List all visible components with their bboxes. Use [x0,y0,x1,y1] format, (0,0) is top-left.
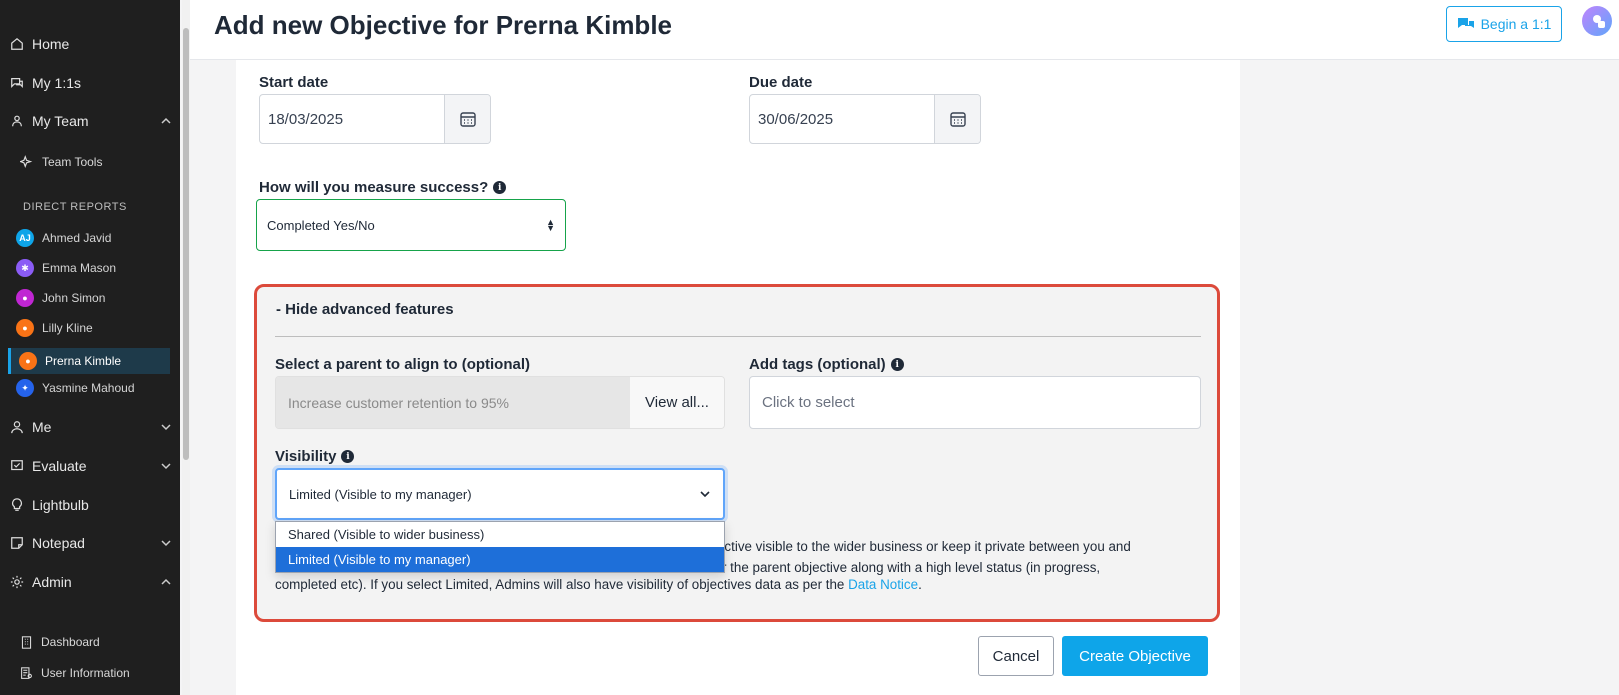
avatar: ● [16,319,34,337]
cancel-button[interactable]: Cancel [978,636,1054,676]
nav-me[interactable]: Me [10,419,172,435]
visibility-option-shared[interactable]: Shared (Visible to wider business) [276,522,724,547]
report-ahmed-javid[interactable]: AJ Ahmed Javid [16,229,111,247]
data-notice-link[interactable]: Data Notice [848,577,918,592]
calendar-button[interactable] [444,95,490,143]
nav-notepad[interactable]: Notepad [10,535,172,551]
home-icon [11,37,23,50]
avatar: AJ [16,229,34,247]
nav-my-team[interactable]: My Team [10,113,172,129]
chat-icon [11,78,23,88]
team-icon [12,115,22,127]
visibility-dropdown: Shared (Visible to wider business) Limit… [275,521,725,573]
page-header: Add new Objective for Prerna Kimble Begi… [190,0,1619,60]
person-icon [11,421,23,434]
nav-evaluate[interactable]: Evaluate [10,458,172,474]
nav-dashboard[interactable]: Dashboard [20,635,100,649]
gear-icon [10,575,24,589]
nav-team-tools[interactable]: Team Tools [20,155,102,169]
report-yasmine-mahoud[interactable]: ✦ Yasmine Mahoud [16,379,135,397]
parent-objective-field[interactable]: Increase customer retention to 95% View … [275,376,725,429]
parent-objective-input[interactable]: Increase customer retention to 95% [276,377,630,428]
chat-icon [1457,18,1474,28]
user-list-icon [21,666,32,679]
avatar: ✱ [16,259,34,277]
chevron-up-icon [161,117,171,124]
avatar: ● [19,352,37,370]
notepad-icon [11,537,23,549]
nav-lightbulb[interactable]: Lightbulb [10,497,172,513]
sparkle-icon [20,155,33,168]
calendar-button[interactable] [934,95,980,143]
chevron-down-icon [161,424,171,431]
tags-input[interactable]: Click to select [749,376,1201,429]
info-icon[interactable]: i [341,450,355,463]
calendar-icon [459,112,476,127]
due-date-label: Due date [749,74,813,91]
page-title: Add new Objective for Prerna Kimble [214,10,672,40]
nav-my-1-1s[interactable]: My 1:1s [10,75,172,91]
avatar: ✦ [16,379,34,397]
measure-success-select[interactable]: Completed Yes/No ▲ ▼ [256,199,566,251]
evaluate-icon [11,460,23,471]
visibility-notice-end: completed etc). If you select Limited, A… [275,577,922,592]
tags-label: Add tags (optional) i [749,356,904,373]
view-all-button[interactable]: View all... [630,377,724,428]
visibility-notice: jective visible to the wider business or… [714,539,1131,575]
user-avatar[interactable] [1582,6,1612,36]
nav-user-information[interactable]: User Information [20,666,130,680]
visibility-select[interactable]: Limited (Visible to my manager) [275,468,725,520]
begin-one-on-one-button[interactable]: Begin a 1:1 [1446,6,1562,42]
building-icon [21,635,32,649]
chevron-down-icon [161,463,171,470]
info-icon[interactable]: i [890,358,904,371]
user-avatar-icon [1593,15,1605,28]
nav-home[interactable]: Home [10,36,172,52]
report-lilly-kline[interactable]: ● Lilly Kline [16,319,93,337]
report-prerna-kimble[interactable]: ● Prerna Kimble [8,348,170,374]
chevron-up-icon [161,578,171,585]
due-date-value[interactable]: 30/06/2025 [750,95,934,143]
due-date-field[interactable]: 30/06/2025 [749,94,981,144]
report-john-simon[interactable]: ● John Simon [16,289,105,307]
parent-label: Select a parent to align to (optional) [275,356,531,373]
hide-advanced-toggle[interactable]: - Hide advanced features [276,301,454,318]
start-date-value[interactable]: 18/03/2025 [260,95,444,143]
measure-success-label: How will you measure success? i [259,179,507,196]
divider [275,336,1201,337]
nav-admin[interactable]: Admin [10,574,172,590]
sidebar: Home My 1:1s My Team Team Tools DIRECT R… [0,0,180,695]
report-emma-mason[interactable]: ✱ Emma Mason [16,259,116,277]
chevron-down-icon [161,540,171,547]
lightbulb-icon [12,498,22,511]
create-objective-button[interactable]: Create Objective [1062,636,1208,676]
sidebar-scrollbar[interactable] [183,28,189,460]
start-date-label: Start date [259,74,329,91]
visibility-label: Visibility i [275,448,355,465]
avatar: ● [16,289,34,307]
visibility-option-limited[interactable]: Limited (Visible to my manager) [276,547,724,572]
sort-arrows-icon: ▲ ▼ [546,217,555,233]
info-icon[interactable]: i [493,181,507,194]
chevron-down-icon [700,491,710,498]
direct-reports-label: DIRECT REPORTS [23,201,127,213]
start-date-field[interactable]: 18/03/2025 [259,94,491,144]
calendar-icon [949,112,966,127]
